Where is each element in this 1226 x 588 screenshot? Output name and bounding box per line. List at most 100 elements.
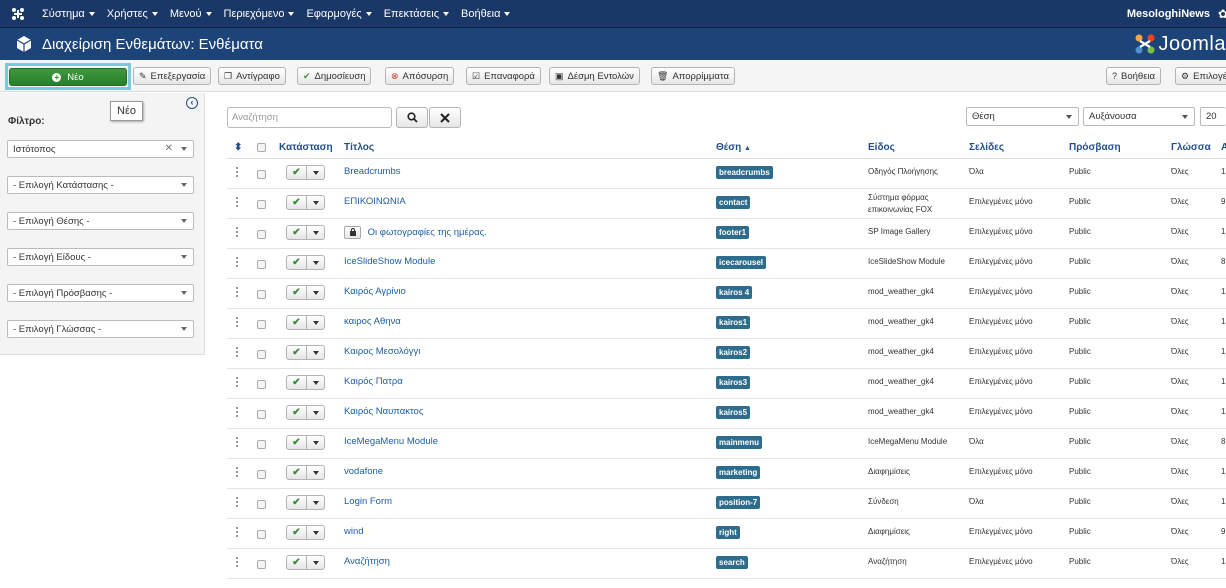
drag-handle-icon[interactable]: [236, 317, 239, 327]
row-checkbox[interactable]: [257, 230, 266, 239]
position-badge[interactable]: kairos2: [716, 346, 751, 359]
copy-button[interactable]: ❐ Αντίγραφο: [218, 67, 286, 85]
drag-handle-icon[interactable]: [236, 197, 239, 207]
column-language[interactable]: Γλώσσα: [1171, 142, 1211, 153]
access-filter-select[interactable]: - Επιλογή Πρόσβασης -: [7, 284, 194, 302]
menu-system[interactable]: Σύστημα: [36, 8, 101, 20]
status-toggle[interactable]: ✔: [286, 555, 325, 570]
column-id[interactable]: Α: [1221, 142, 1226, 153]
module-title-link[interactable]: IceMegaMenu Module: [344, 436, 438, 447]
status-dropdown-button[interactable]: [307, 255, 325, 270]
status-dropdown-button[interactable]: [307, 405, 325, 420]
menu-help[interactable]: Βοήθεια: [455, 8, 516, 20]
status-toggle[interactable]: ✔: [286, 255, 325, 270]
position-badge[interactable]: kairos1: [716, 316, 751, 329]
position-badge[interactable]: icecarousel: [716, 256, 767, 269]
status-dropdown-button[interactable]: [307, 345, 325, 360]
position-badge[interactable]: footer1: [716, 226, 750, 239]
lock-icon[interactable]: [344, 226, 361, 239]
status-dropdown-button[interactable]: [307, 225, 325, 240]
unpublish-button[interactable]: ⊗ Απόσυρση: [385, 67, 455, 85]
gear-icon[interactable]: ✿: [1218, 7, 1226, 21]
sort-field-select[interactable]: Θέση: [966, 107, 1079, 126]
drag-handle-icon[interactable]: [236, 557, 239, 567]
column-position[interactable]: Θέση ▲: [716, 142, 751, 153]
position-badge[interactable]: marketing: [716, 466, 761, 479]
published-check-icon[interactable]: ✔: [286, 225, 307, 240]
status-dropdown-button[interactable]: [307, 375, 325, 390]
status-dropdown-button[interactable]: [307, 195, 325, 210]
status-toggle[interactable]: ✔: [286, 345, 325, 360]
row-checkbox[interactable]: [257, 170, 266, 179]
status-toggle[interactable]: ✔: [286, 495, 325, 510]
drag-handle-icon[interactable]: [236, 377, 239, 387]
clear-search-button[interactable]: [429, 107, 461, 128]
drag-handle-icon[interactable]: [236, 497, 239, 507]
published-check-icon[interactable]: ✔: [286, 375, 307, 390]
published-check-icon[interactable]: ✔: [286, 555, 307, 570]
position-badge[interactable]: breadcrumbs: [716, 166, 773, 179]
status-dropdown-button[interactable]: [307, 285, 325, 300]
options-button[interactable]: ⚙Επιλογές: [1175, 67, 1226, 85]
position-badge[interactable]: mainmenu: [716, 436, 763, 449]
help-button[interactable]: ? Βοήθεια: [1106, 67, 1162, 85]
row-checkbox[interactable]: [257, 410, 266, 419]
published-check-icon[interactable]: ✔: [286, 285, 307, 300]
language-filter-select[interactable]: - Επιλογή Γλώσσας -: [7, 320, 194, 338]
menu-extensions[interactable]: Επεκτάσεις: [378, 8, 455, 20]
module-title-link[interactable]: wind: [344, 526, 364, 537]
list-limit-select[interactable]: 20: [1200, 107, 1226, 126]
sort-direction-select[interactable]: Αυξάνουσα: [1083, 107, 1195, 126]
status-toggle[interactable]: ✔: [286, 465, 325, 480]
module-title-link[interactable]: Login Form: [344, 496, 392, 507]
joomla-logo-icon[interactable]: [0, 0, 36, 28]
status-dropdown-button[interactable]: [307, 165, 325, 180]
module-title-link[interactable]: Καιρός Αγρίνιο: [344, 286, 406, 297]
position-badge[interactable]: position-7: [716, 496, 761, 509]
drag-handle-icon[interactable]: [236, 167, 239, 177]
status-dropdown-button[interactable]: [307, 495, 325, 510]
module-title-link[interactable]: Καιρος Μεσολόγγι: [344, 346, 420, 357]
search-input[interactable]: Αναζήτηση: [227, 107, 392, 128]
row-checkbox[interactable]: [257, 290, 266, 299]
drag-handle-icon[interactable]: [236, 467, 239, 477]
row-checkbox[interactable]: [257, 530, 266, 539]
drag-handle-icon[interactable]: [236, 527, 239, 537]
drag-handle-icon[interactable]: [236, 347, 239, 357]
published-check-icon[interactable]: ✔: [286, 465, 307, 480]
column-access[interactable]: Πρόσβαση: [1069, 142, 1121, 153]
publish-button[interactable]: ✔ Δημοσίευση: [297, 67, 372, 85]
select-all-checkbox[interactable]: [257, 143, 266, 152]
menu-users[interactable]: Χρήστες: [101, 8, 164, 20]
checkin-button[interactable]: ☑ Επαναφορά: [466, 67, 541, 85]
position-badge[interactable]: kairos3: [716, 376, 751, 389]
published-check-icon[interactable]: ✔: [286, 315, 307, 330]
position-badge[interactable]: search: [716, 556, 748, 569]
module-title-link[interactable]: vodafone: [344, 466, 383, 477]
status-dropdown-button[interactable]: [307, 435, 325, 450]
drag-handle-icon[interactable]: [236, 287, 239, 297]
row-checkbox[interactable]: [257, 470, 266, 479]
collapse-sidebar-icon[interactable]: ‹: [186, 97, 198, 109]
row-checkbox[interactable]: [257, 500, 266, 509]
status-dropdown-button[interactable]: [307, 315, 325, 330]
module-title-link[interactable]: Καιρός Πατρα: [344, 376, 403, 387]
status-toggle[interactable]: ✔: [286, 165, 325, 180]
drag-handle-icon[interactable]: [236, 257, 239, 267]
row-checkbox[interactable]: [257, 200, 266, 209]
menu-content[interactable]: Περιεχόμενο: [218, 8, 301, 20]
status-dropdown-button[interactable]: [307, 525, 325, 540]
status-dropdown-button[interactable]: [307, 555, 325, 570]
client-filter-select[interactable]: Ιστότοπος ✕: [7, 140, 194, 158]
status-toggle[interactable]: ✔: [286, 375, 325, 390]
position-badge[interactable]: kairos5: [716, 406, 751, 419]
published-check-icon[interactable]: ✔: [286, 405, 307, 420]
module-title-link[interactable]: Οι φωτογραφίες της ημέρας.: [368, 227, 487, 238]
row-checkbox[interactable]: [257, 560, 266, 569]
module-title-link[interactable]: καιρος Αθηνα: [344, 316, 401, 327]
module-title-link[interactable]: IceSlideShow Module: [344, 256, 435, 267]
status-toggle[interactable]: ✔: [286, 435, 325, 450]
published-check-icon[interactable]: ✔: [286, 525, 307, 540]
position-badge[interactable]: right: [716, 526, 740, 539]
position-badge[interactable]: kairos 4: [716, 286, 753, 299]
